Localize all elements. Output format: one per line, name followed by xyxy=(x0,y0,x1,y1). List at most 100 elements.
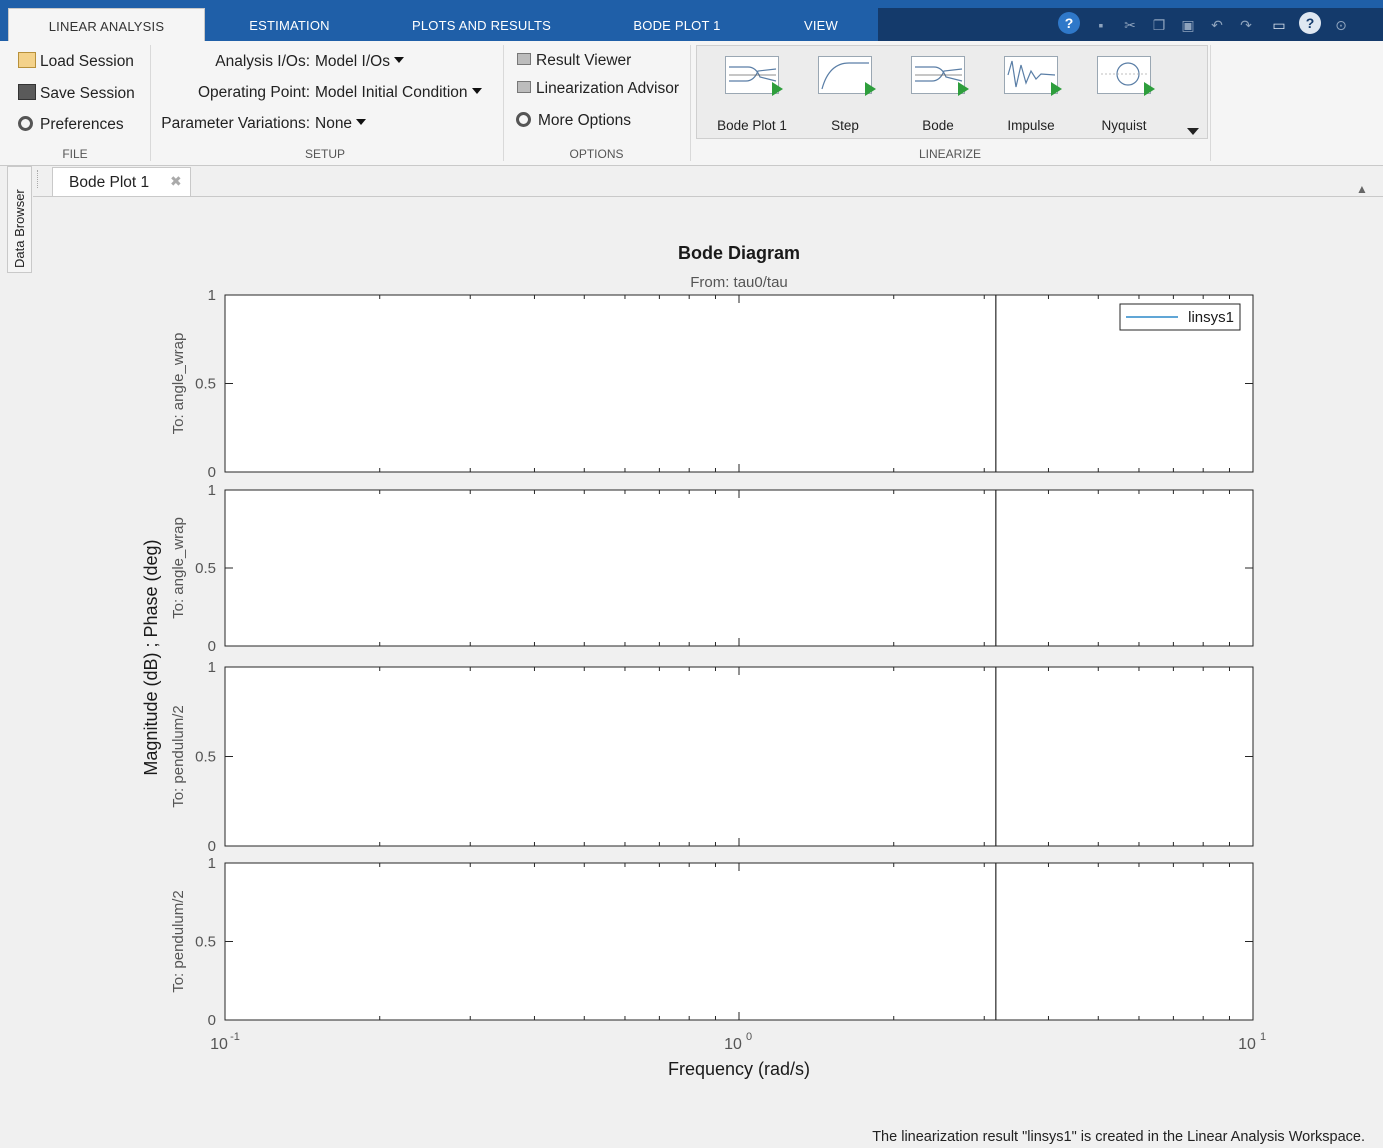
tab-view[interactable]: VIEW xyxy=(780,8,862,41)
impulse-button[interactable]: Impulse xyxy=(991,56,1071,133)
copy-icon[interactable]: ❐ xyxy=(1150,16,1168,34)
more-options-button[interactable]: More Options xyxy=(516,112,631,130)
ribbon-separator xyxy=(503,45,504,161)
ribbon-separator xyxy=(1210,45,1211,161)
y-axis-label: Magnitude (dB) ; Phase (deg) xyxy=(141,539,161,775)
nyquist-plot-icon xyxy=(1097,56,1155,96)
plot-axes-panel xyxy=(224,666,1254,847)
play-icon xyxy=(865,82,876,96)
gallery-more-icon[interactable] xyxy=(1187,128,1199,135)
chevron-down-icon xyxy=(471,88,482,94)
linearization-advisor-checkbox[interactable]: Linearization Advisor xyxy=(517,80,679,98)
subplot-output-label: To: pendulum/2 xyxy=(170,890,187,993)
play-icon xyxy=(772,82,783,96)
x-tick-label-exponent: -1 xyxy=(230,1031,240,1043)
x-tick-label: 10 xyxy=(724,1036,742,1053)
save-icon[interactable]: ▪ xyxy=(1092,16,1110,34)
linearize-group-label: LINEARIZE xyxy=(918,147,981,161)
window-icon[interactable]: ▭ xyxy=(1270,16,1288,34)
save-icon xyxy=(18,84,36,100)
y-tick-label: 0.5 xyxy=(195,560,216,577)
parameter-variations-label: Parameter Variations: xyxy=(161,115,310,132)
ribbon-separator xyxy=(690,45,691,161)
paste-icon[interactable]: ▣ xyxy=(1179,16,1197,34)
plot-document-area: Bode Diagram From: tau0/tau 0 0.5 1 To: angle… xyxy=(33,196,1383,1122)
subplot-output-label: To: pendulum/2 xyxy=(170,705,187,808)
chart-subtitle: From: tau0/tau xyxy=(690,274,788,291)
setup-group-label: SETUP xyxy=(304,147,345,161)
chevron-down-icon xyxy=(393,57,404,63)
ribbon-tab-strip: LINEAR ANALYSIS ESTIMATION PLOTS AND RES… xyxy=(0,0,1383,41)
tab-linear-analysis[interactable]: LINEAR ANALYSIS xyxy=(8,8,205,41)
status-bar: The linearization result "linsys1" is cr… xyxy=(0,1124,1383,1148)
bode-plot-icon xyxy=(911,56,969,96)
y-tick-label: 0 xyxy=(208,464,216,481)
bode-plot-1-button[interactable]: Bode Plot 1 xyxy=(712,56,792,133)
help-circle-icon[interactable]: ? xyxy=(1058,12,1080,34)
parameter-variations-dropdown[interactable]: None xyxy=(315,115,367,133)
x-tick-label-exponent: 0 xyxy=(746,1031,752,1043)
load-session-button[interactable]: Load Session xyxy=(18,52,134,71)
collapse-ribbon-icon[interactable]: ▲ xyxy=(1356,182,1368,196)
ribbon-separator xyxy=(150,45,151,161)
step-plot-icon xyxy=(818,56,876,96)
x-tick-label: 10 xyxy=(210,1036,228,1053)
options-group-label: OPTIONS xyxy=(569,147,624,161)
impulse-plot-icon xyxy=(1004,56,1062,96)
subplot-output-label: To: angle_wrap xyxy=(170,333,187,435)
y-tick-label: 1 xyxy=(208,855,216,872)
y-tick-label: 1 xyxy=(208,659,216,676)
chevron-down-icon xyxy=(356,119,367,125)
y-tick-label: 0 xyxy=(208,838,216,855)
operating-point-label: Operating Point: xyxy=(197,84,310,101)
undo-icon[interactable]: ↶ xyxy=(1208,16,1226,34)
checkbox-icon xyxy=(517,81,531,93)
bode-button[interactable]: Bode xyxy=(898,56,978,133)
x-tick-label: 10 xyxy=(1238,1036,1256,1053)
ribbon: Load Session Save Session Preferences FI… xyxy=(0,41,1383,196)
y-tick-label: 0.5 xyxy=(195,376,216,393)
chart-title: Bode Diagram xyxy=(678,243,800,263)
data-browser-tab[interactable]: Data Browser xyxy=(7,166,32,273)
plot-axes-panel xyxy=(224,294,1254,473)
help-icon[interactable]: ? xyxy=(1299,12,1321,34)
save-session-button[interactable]: Save Session xyxy=(18,84,135,103)
cut-icon[interactable]: ✂ xyxy=(1121,16,1139,34)
analysis-ios-label: Analysis I/Os: xyxy=(215,53,310,70)
x-tick-label-exponent: 1 xyxy=(1260,1031,1266,1043)
result-viewer-checkbox[interactable]: Result Viewer xyxy=(517,52,631,70)
analysis-ios-dropdown[interactable]: Model I/Os xyxy=(315,53,404,71)
redo-icon[interactable]: ↷ xyxy=(1237,16,1255,34)
x-axis-label: Frequency (rad/s) xyxy=(668,1059,810,1079)
drag-handle[interactable] xyxy=(37,170,41,188)
tab-plots-and-results[interactable]: PLOTS AND RESULTS xyxy=(394,8,569,41)
close-icon[interactable]: ✖ xyxy=(170,173,182,190)
play-icon xyxy=(1051,82,1062,96)
document-tab-bode-plot-1[interactable]: Bode Plot 1 ✖ xyxy=(52,167,191,197)
y-tick-label: 0 xyxy=(208,638,216,655)
plot-axes-panel xyxy=(224,862,1254,1021)
tab-estimation[interactable]: ESTIMATION xyxy=(222,8,357,41)
legend-label-linsys1: linsys1 xyxy=(1188,309,1234,326)
play-icon xyxy=(1144,82,1155,96)
status-message: The linearization result "linsys1" is cr… xyxy=(872,1129,1365,1145)
step-button[interactable]: Step xyxy=(805,56,885,133)
plot-axes-panel xyxy=(224,489,1254,647)
preferences-button[interactable]: Preferences xyxy=(18,116,124,134)
y-tick-label: 1 xyxy=(208,482,216,499)
checkbox-icon xyxy=(517,53,531,65)
bode-plot-icon xyxy=(725,56,783,96)
y-tick-label: 0.5 xyxy=(195,749,216,766)
folder-icon xyxy=(18,52,36,68)
expand-icon[interactable]: ⊙ xyxy=(1332,16,1350,34)
linearize-gallery: Bode Plot 1 Step Bode Impulse Nyquist xyxy=(696,45,1208,139)
nyquist-button[interactable]: Nyquist xyxy=(1084,56,1164,133)
operating-point-dropdown[interactable]: Model Initial Condition xyxy=(315,84,482,102)
gear-icon xyxy=(18,116,33,131)
quick-access-toolbar: ? ▪ ✂ ❐ ▣ ↶ ↷ ▭ ? ⊙ xyxy=(878,8,1383,41)
y-tick-label: 0 xyxy=(208,1012,216,1029)
play-icon xyxy=(958,82,969,96)
subplot-output-label: To: angle_wrap xyxy=(170,517,187,619)
tab-bode-plot-1[interactable]: BODE PLOT 1 xyxy=(612,8,742,41)
gear-icon xyxy=(516,112,531,127)
